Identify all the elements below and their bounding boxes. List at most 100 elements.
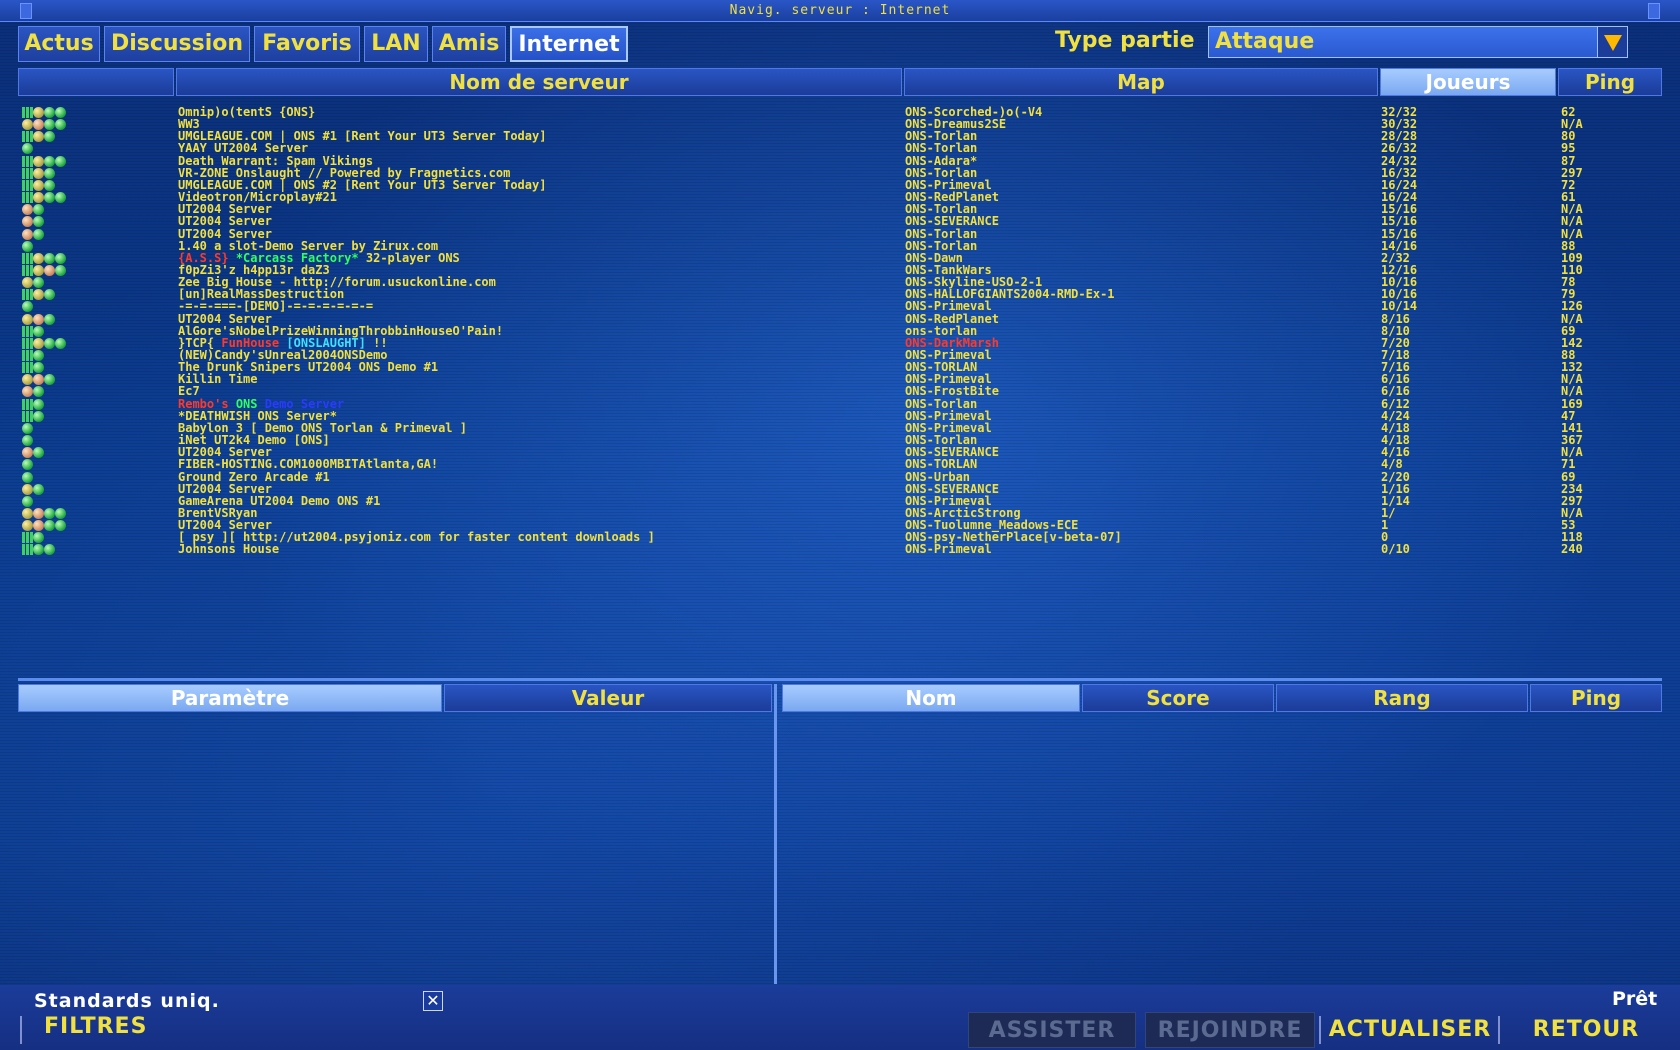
column-header-map[interactable]: Map [904, 68, 1378, 96]
server-players: 1/16 [1381, 482, 1410, 496]
server-map: ONS-RedPlanet [905, 191, 999, 205]
server-map: ONS-SEVERANCE [905, 446, 999, 460]
server-row[interactable]: UT2004 Server ONS-SEVERANCE 4/16 N/A [18, 446, 1648, 459]
server-players: 16/24 [1381, 191, 1418, 205]
server-players: 8/10 [1381, 324, 1410, 338]
column-header-player-ping[interactable]: Ping [1530, 684, 1662, 712]
server-row[interactable]: VR-ZONE Onslaught // Powered by Fragneti… [18, 167, 1648, 180]
standards-only-checkbox[interactable]: ✕ [423, 991, 443, 1011]
green-status-icon [33, 386, 44, 398]
server-row[interactable]: UMGLEAGUE.COM | ONS #2 [Rent Your UT3 Se… [18, 179, 1648, 192]
server-map: ONS-Torlan [905, 142, 978, 156]
server-status-icons [22, 446, 70, 459]
server-row[interactable]: Rembo's ONS Demo Server ONS-Torlan 6/12 169 [18, 398, 1648, 411]
server-row[interactable]: (NEW)Candy'sUnreal2004ONSDemo ONS-Primeva… [18, 349, 1648, 362]
server-row[interactable]: Ec7 ONS-FrostBite 6/16 N/A [18, 385, 1648, 398]
window-title-bar: Navig. serveur : Internet [0, 0, 1680, 22]
server-row[interactable]: UT2004 Server ONS-RedPlanet 8/16 N/A [18, 313, 1648, 326]
server-ping: N/A [1561, 446, 1583, 460]
column-header-parameter[interactable]: Paramètre [18, 684, 442, 712]
server-name: [un]RealMassDestruction [178, 288, 345, 302]
green-status-icon [55, 252, 66, 264]
tab-lan[interactable]: LAN [364, 26, 428, 62]
server-ping: 87 [1561, 154, 1576, 168]
tab-amis[interactable]: Amis [432, 26, 506, 62]
spectate-button[interactable]: ASSISTER [968, 1012, 1136, 1048]
tab-favoris[interactable]: Favoris [254, 26, 360, 62]
column-header-server-name[interactable]: Nom de serveur [176, 68, 902, 96]
column-header-score[interactable]: Score [1082, 684, 1274, 712]
server-row[interactable]: UT2004 Server ONS-Torlan 15/16 N/A [18, 203, 1648, 216]
filters-button[interactable]: FILTRES [44, 1014, 147, 1039]
server-row[interactable]: }TCP{ FunHouse [ONSLAUGHT] !! ONS-DarkMar… [18, 337, 1648, 350]
server-row[interactable]: -=-=-===-[DEMO]-=-=-=-=-=-= ONS-Primeval 1… [18, 300, 1648, 313]
tab-discussion[interactable]: Discussion [104, 26, 250, 62]
back-button[interactable]: RETOUR [1506, 1012, 1666, 1048]
server-row[interactable]: UMGLEAGUE.COM | ONS #1 [Rent Your UT3 Se… [18, 130, 1648, 143]
join-button[interactable]: REJOINDRE [1145, 1012, 1315, 1048]
server-row[interactable]: GameArena UT2004 Demo ONS #1 ONS-Primeval… [18, 495, 1648, 508]
tab-internet[interactable]: Internet [510, 26, 628, 62]
server-row[interactable]: Babylon 3 [ Demo ONS Torlan & Primeval ]… [18, 422, 1648, 435]
server-row[interactable]: Killin Time ONS-Primeval 6/16 N/A [18, 373, 1648, 386]
stats-icon [22, 374, 33, 386]
column-header-players[interactable]: Joueurs [1380, 68, 1556, 96]
column-header-ping[interactable]: Ping [1558, 68, 1662, 96]
server-row[interactable]: UT2004 Server ONS-SEVERANCE 1/16 234 [18, 483, 1648, 496]
server-row[interactable]: 1.40 a slot-Demo Server by Zirux.com ONS-… [18, 240, 1648, 253]
server-row[interactable]: Videotron/Microplay#21 ONS-RedPlanet 16/24… [18, 191, 1648, 204]
refresh-button[interactable]: ACTUALISER [1326, 1012, 1494, 1048]
server-players: 0/10 [1381, 543, 1410, 557]
dropdown-arrow-icon[interactable] [1597, 27, 1627, 57]
server-row[interactable]: *DEATHWISH ONS Server* ONS-Primeval 4/24 47 [18, 410, 1648, 423]
server-players: 4/16 [1381, 446, 1410, 460]
green-status-icon [44, 192, 55, 204]
server-row[interactable]: [un]RealMassDestruction ONS-HALLOFGIANTS2… [18, 288, 1648, 301]
server-row[interactable]: iNet UT2k4 Demo [ONS] ONS-Torlan 4/18 367 [18, 434, 1648, 447]
green-status-icon [55, 155, 66, 167]
server-row[interactable]: {A.S.S} *Carcass Factory* 32-player ONS O… [18, 252, 1648, 265]
game-type-dropdown[interactable]: Attaque [1208, 26, 1628, 58]
column-header-value[interactable]: Valeur [444, 684, 772, 712]
signal-bars-icon [22, 410, 33, 422]
green-status-icon [22, 143, 33, 155]
column-header-player-name[interactable]: Nom [782, 684, 1080, 712]
pane-divider[interactable] [18, 678, 1662, 681]
server-row[interactable]: UT2004 Server ONS-SEVERANCE 15/16 N/A [18, 215, 1648, 228]
server-row[interactable]: The Drunk Snipers UT2004 ONS Demo #1 ONS-… [18, 361, 1648, 374]
server-players: 26/32 [1381, 142, 1418, 156]
server-players: 24/32 [1381, 154, 1418, 168]
server-row[interactable]: FIBER-HOSTING.COM1000MBITAtlanta,GA! ONS-… [18, 458, 1648, 471]
passworded-icon [22, 228, 33, 240]
server-row[interactable]: UT2004 Server ONS-Torlan 15/16 N/A [18, 228, 1648, 241]
server-list[interactable]: Omnip)o(tentS {ONS} ONS-Scorched-)o(-V4 32… [18, 106, 1648, 586]
stats-icon [33, 192, 44, 204]
server-row[interactable]: BrentVSRyan ONS-ArcticStrong 1/N/A [18, 507, 1648, 520]
server-map: ONS-Primeval [905, 421, 992, 435]
server-row[interactable]: YAAY UT2004 Server ONS-Torlan 26/32 95 [18, 142, 1648, 155]
column-header-rank[interactable]: Rang [1276, 684, 1528, 712]
server-map: ons-torlan [905, 324, 978, 338]
signal-bars-icon [22, 337, 33, 349]
server-row[interactable]: Omnip)o(tentS {ONS} ONS-Scorched-)o(-V4 32… [18, 106, 1648, 119]
server-ping: 78 [1561, 276, 1576, 290]
server-row[interactable]: AlGore'sNobelPrizeWinningThrobbinHouseO'… [18, 325, 1648, 338]
server-row[interactable]: UT2004 Server ONS-Tuolumne_Meadows-ECE 1 53 [18, 519, 1648, 532]
server-status-icons [22, 483, 70, 496]
server-name: 1.40 a slot-Demo Server by Zirux.com [178, 239, 439, 253]
server-ping: 118 [1561, 531, 1583, 545]
server-row[interactable]: Johnsons House ONS-Primeval 0/10 240 [18, 543, 1648, 556]
column-header-icons[interactable] [18, 68, 174, 96]
footer-separator [1498, 1016, 1500, 1044]
stats-icon [33, 155, 44, 167]
server-row[interactable]: Zee Big House - http://forum.usuckonline… [18, 276, 1648, 289]
stats-icon [33, 167, 44, 179]
stats-icon [22, 520, 33, 532]
tab-actus[interactable]: Actus [18, 26, 100, 62]
server-row[interactable]: WW3 ONS-Dreamus2SE 30/32 N/A [18, 118, 1648, 131]
server-row[interactable]: Ground Zero Arcade #1 ONS-Urban 2/20 69 [18, 471, 1648, 484]
server-row[interactable]: Death Warrant: Spam Vikings ONS-Adara* 24/… [18, 155, 1648, 168]
server-row[interactable]: f0pZi3'z h4pp13r daZ3 ONS-TankWars 12/16 11… [18, 264, 1648, 277]
server-row[interactable]: [ psy ][ http://ut2004.psyjoniz.com for … [18, 531, 1648, 544]
vertical-splitter[interactable] [774, 684, 777, 984]
